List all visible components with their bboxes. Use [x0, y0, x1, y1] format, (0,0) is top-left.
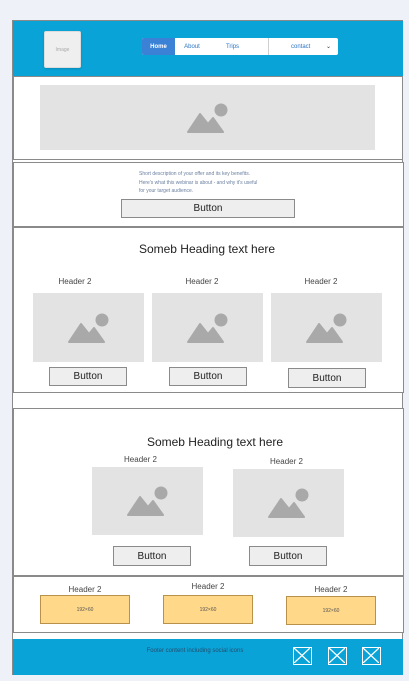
- card-image: [233, 469, 344, 537]
- social-icon-2[interactable]: [328, 647, 347, 665]
- image-placeholder-icon: [126, 486, 167, 516]
- section-heading: Someb Heading text here: [146, 435, 284, 449]
- main-nav: Home About Trips contact ⌄: [142, 38, 338, 55]
- nav-label: contact: [291, 43, 311, 50]
- intro-description: Short description of your offer and its …: [139, 170, 299, 196]
- nav-dropdown-contact[interactable]: contact ⌄: [269, 38, 338, 55]
- x-box-icon: [328, 647, 346, 664]
- nav-item-about[interactable]: About: [175, 38, 209, 55]
- social-icon-1[interactable]: [293, 647, 312, 665]
- banner-placeholder[interactable]: 192×60: [40, 595, 130, 624]
- banner-placeholder[interactable]: 192×60: [286, 596, 376, 625]
- banner-header: Header 2: [191, 582, 225, 591]
- card-button[interactable]: Button: [169, 367, 247, 386]
- banner-header: Header 2: [68, 585, 102, 594]
- card-header: Header 2: [270, 457, 303, 466]
- chevron-down-icon: ⌄: [325, 44, 331, 50]
- card-image: [33, 293, 144, 362]
- card-image: [152, 293, 263, 362]
- logo-image[interactable]: Image: [44, 31, 81, 68]
- description-line: Short description of your offer and its …: [139, 171, 251, 177]
- banner-header: Header 2: [314, 585, 348, 594]
- x-box-icon: [362, 647, 380, 664]
- card-image: [92, 467, 203, 535]
- nav-label: About: [184, 43, 200, 50]
- card-header: Header 2: [124, 455, 157, 464]
- image-placeholder-icon: [305, 313, 346, 343]
- card-header: Header 2: [185, 277, 219, 286]
- x-box-icon: [293, 647, 311, 664]
- card-button[interactable]: Button: [288, 368, 366, 388]
- footer-text: Footer content including social icons: [146, 648, 244, 654]
- nav-item-trips[interactable]: Trips: [209, 38, 256, 55]
- features-section-2: [13, 408, 404, 576]
- description-line: for your target audience.: [139, 188, 194, 194]
- image-placeholder-icon: [186, 103, 227, 133]
- nav-label: Trips: [225, 43, 240, 50]
- logo-label: Image: [55, 46, 70, 53]
- nav-label: Home: [150, 43, 167, 50]
- hero-image: [40, 85, 375, 150]
- card-header: Header 2: [58, 277, 92, 286]
- image-placeholder-icon: [267, 488, 308, 518]
- section-heading: Someb Heading text here: [138, 242, 276, 256]
- image-placeholder-icon: [67, 313, 108, 343]
- card-image: [271, 293, 382, 362]
- banner-placeholder[interactable]: 192×60: [163, 595, 253, 624]
- intro-button[interactable]: Button: [121, 199, 295, 218]
- image-placeholder-icon: [186, 313, 227, 343]
- card-button[interactable]: Button: [49, 367, 127, 386]
- description-line: Here's what this webinar is about - and …: [139, 179, 258, 186]
- card-button[interactable]: Button: [113, 546, 191, 566]
- card-button[interactable]: Button: [249, 546, 327, 566]
- card-header: Header 2: [304, 277, 338, 286]
- social-icon-3[interactable]: [362, 647, 381, 665]
- nav-item-home[interactable]: Home: [142, 38, 175, 55]
